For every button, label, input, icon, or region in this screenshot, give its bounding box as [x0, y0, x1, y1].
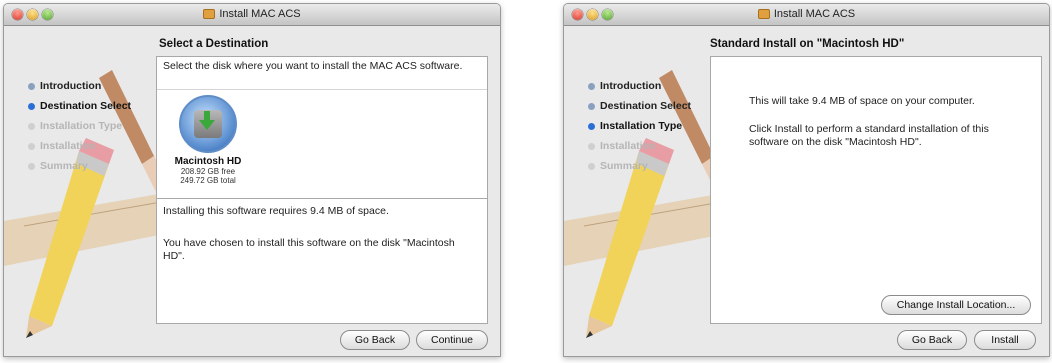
step-label: Destination Select: [600, 100, 692, 112]
step-bullet: [28, 82, 35, 90]
disk-total-space: 249.72 GB total: [180, 176, 236, 185]
installer-steps: Introduction Destination Select Installa…: [588, 76, 691, 176]
installer-window-destination: Install MAC ACS Introduction Destination…: [3, 3, 501, 357]
step-bullet: [588, 102, 595, 110]
pane-title: Standard Install on "Macintosh HD": [710, 38, 905, 50]
step-bullet: [28, 162, 35, 170]
install-type-panel: This will take 9.4 MB of space on your c…: [710, 56, 1042, 324]
step-label: Introduction: [40, 80, 102, 92]
installer-steps: Introduction Destination Select Installa…: [28, 76, 131, 176]
step-bullet: [588, 142, 595, 150]
step-destination-select: Destination Select: [28, 96, 131, 116]
step-installation: Installation: [28, 136, 131, 156]
disk-macintosh-hd[interactable]: Macintosh HD 208.92 GB free 249.72 GB to…: [173, 95, 243, 185]
step-summary: Summary: [28, 156, 131, 176]
go-back-button[interactable]: Go Back: [897, 330, 967, 350]
hard-disk-icon: [179, 95, 237, 153]
disk-list: Macintosh HD 208.92 GB free 249.72 GB to…: [157, 89, 487, 199]
window-title: Install MAC ACS: [773, 8, 856, 20]
pane-title: Select a Destination: [159, 38, 269, 50]
install-button[interactable]: Install: [974, 330, 1036, 350]
step-label: Installation Type: [40, 120, 123, 132]
step-label: Installation: [40, 140, 96, 152]
step-bullet: [28, 122, 35, 130]
disk-name: Macintosh HD: [174, 156, 242, 167]
title-bar[interactable]: Install MAC ACS: [564, 4, 1049, 26]
step-bullet: [588, 122, 595, 130]
continue-button[interactable]: Continue: [416, 330, 488, 350]
window-title-wrap: Install MAC ACS: [4, 8, 500, 20]
step-label: Summary: [40, 160, 88, 172]
space-required-text: Installing this software requires 9.4 MB…: [163, 205, 389, 217]
change-install-location-button[interactable]: Change Install Location...: [881, 295, 1031, 315]
step-introduction: Introduction: [28, 76, 131, 96]
step-bullet: [588, 162, 595, 170]
step-installation-type: Installation Type: [28, 116, 131, 136]
package-icon: [757, 9, 770, 20]
go-back-button[interactable]: Go Back: [340, 330, 410, 350]
window-title: Install MAC ACS: [219, 8, 301, 20]
disk-free-space: 208.92 GB free: [180, 167, 236, 176]
step-installation: Installation: [588, 136, 691, 156]
step-bullet: [588, 82, 595, 90]
destination-panel: Select the disk where you want to instal…: [156, 56, 488, 324]
space-required-text: This will take 9.4 MB of space on your c…: [749, 95, 975, 107]
installer-window-install-type: Install MAC ACS Introduction Destination…: [563, 3, 1050, 357]
step-bullet: [28, 102, 35, 110]
green-arrow-icon: [199, 111, 215, 130]
title-bar[interactable]: Install MAC ACS: [4, 4, 500, 26]
destination-instruction: Select the disk where you want to instal…: [163, 60, 463, 72]
step-label: Destination Select: [40, 100, 132, 112]
package-icon: [203, 9, 216, 20]
step-destination-select: Destination Select: [588, 96, 691, 116]
install-instructions-text: Click Install to perform a standard inst…: [749, 123, 989, 148]
step-installation-type: Installation Type: [588, 116, 691, 136]
step-introduction: Introduction: [588, 76, 691, 96]
chosen-disk-text: You have chosen to install this software…: [163, 237, 455, 262]
step-bullet: [28, 142, 35, 150]
step-label: Installation Type: [600, 120, 683, 132]
step-label: Installation: [600, 140, 656, 152]
window-title-wrap: Install MAC ACS: [564, 8, 1049, 20]
step-label: Introduction: [600, 80, 662, 92]
step-label: Summary: [600, 160, 648, 172]
step-summary: Summary: [588, 156, 691, 176]
